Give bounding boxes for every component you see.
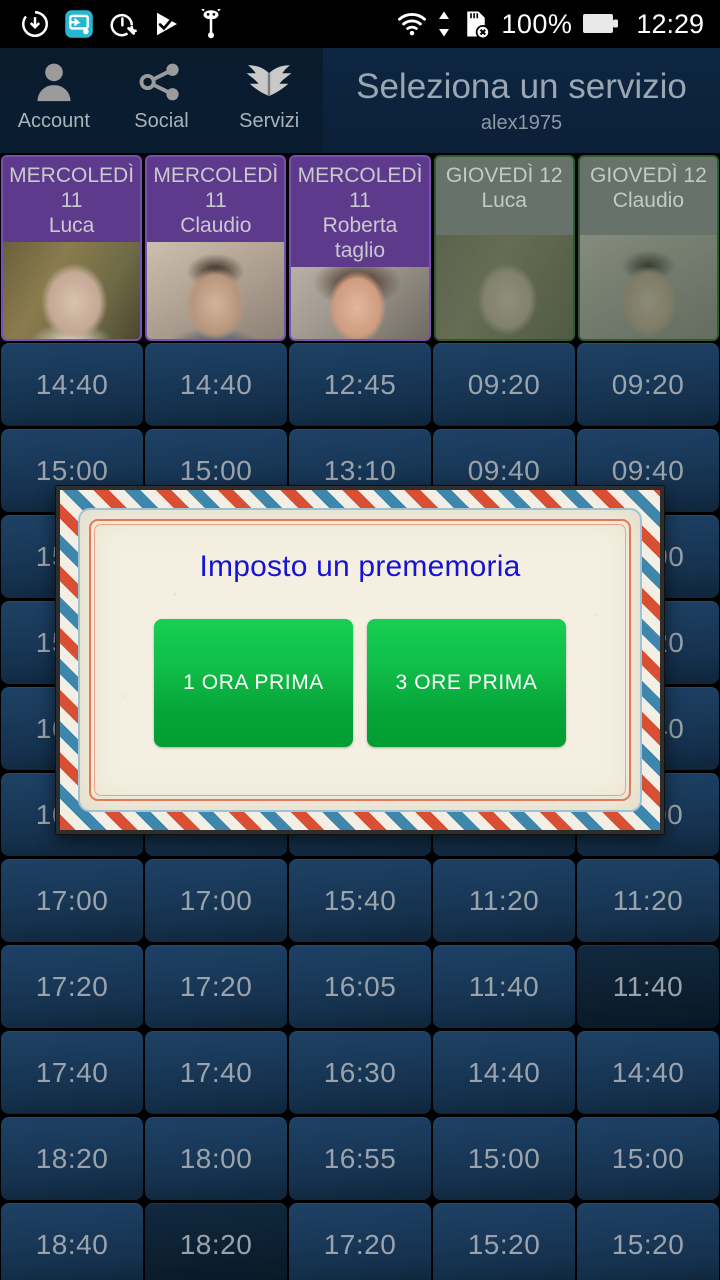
reminder-1h-button[interactable]: 1 ORA PRIMA bbox=[154, 619, 353, 747]
reminder-3h-button[interactable]: 3 ORE PRIMA bbox=[367, 619, 566, 747]
dialog-title: Imposto un prememoria bbox=[199, 550, 521, 583]
dialog-scrim[interactable]: Imposto un prememoria 1 ORA PRIMA 3 ORE … bbox=[0, 0, 720, 1280]
dialog-content: Imposto un prememoria 1 ORA PRIMA 3 ORE … bbox=[80, 510, 640, 810]
dialog-paper: Imposto un prememoria 1 ORA PRIMA 3 ORE … bbox=[78, 508, 642, 812]
dialog-button-row: 1 ORA PRIMA 3 ORE PRIMA bbox=[154, 619, 566, 747]
airmail-stripe-border: Imposto un prememoria 1 ORA PRIMA 3 ORE … bbox=[60, 490, 660, 830]
reminder-dialog: Imposto un prememoria 1 ORA PRIMA 3 ORE … bbox=[56, 486, 664, 834]
